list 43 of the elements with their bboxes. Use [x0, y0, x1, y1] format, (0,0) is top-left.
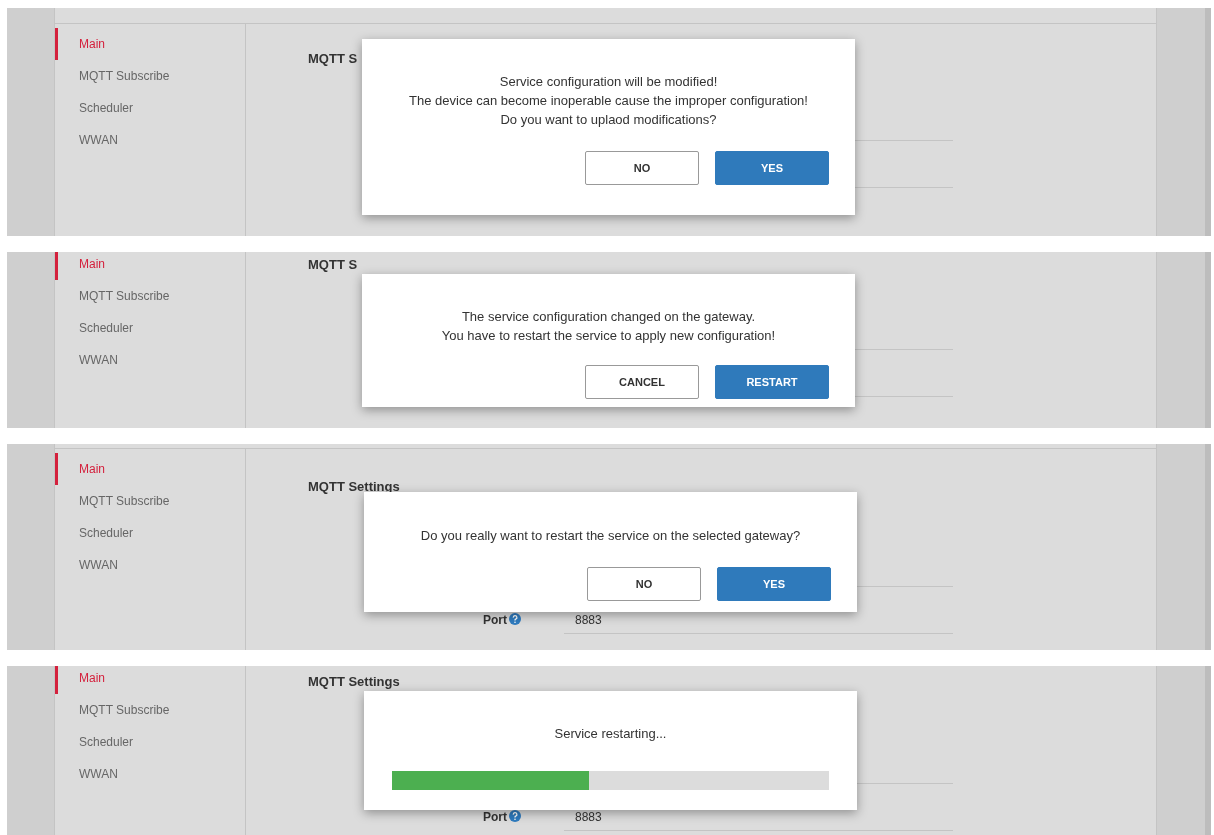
- field-value: 8883: [575, 810, 602, 824]
- sidebar-item[interactable]: Main: [55, 453, 245, 485]
- dialog-button[interactable]: NO: [585, 151, 699, 185]
- dialog-button[interactable]: YES: [715, 151, 829, 185]
- sidebar-item[interactable]: MQTT Subscribe: [55, 485, 245, 517]
- dialog-message: The device can become inoperable cause the improper configuration!: [408, 92, 809, 110]
- section-heading: MQTT Settings: [308, 479, 401, 494]
- field-label: Port: [483, 810, 507, 824]
- sidebar-item[interactable]: Main: [55, 28, 245, 60]
- sidebar-item[interactable]: Main: [55, 666, 245, 694]
- dialog-message: Service restarting...: [553, 725, 668, 743]
- sidebar-item[interactable]: WWAN: [55, 758, 245, 790]
- scrollbar[interactable]: [1205, 252, 1211, 428]
- sidebar-item[interactable]: MQTT Subscribe: [55, 694, 245, 726]
- dialog-message: Service configuration will be modified!: [498, 73, 719, 91]
- section-heading: MQTT Settings: [308, 674, 401, 689]
- sidebar-item[interactable]: MQTT Subscribe: [55, 60, 245, 92]
- sidebar-item[interactable]: Scheduler: [55, 726, 245, 758]
- sidebar-item[interactable]: WWAN: [55, 549, 245, 581]
- sidebar-item[interactable]: Scheduler: [55, 517, 245, 549]
- dialog-message: Do you really want to restart the service on the selected gateway?: [419, 527, 802, 545]
- help-icon[interactable]: [509, 613, 521, 625]
- dialog-button[interactable]: CANCEL: [585, 365, 699, 399]
- sidebar-item[interactable]: MQTT Subscribe: [55, 280, 245, 312]
- sidebar-item[interactable]: WWAN: [55, 124, 245, 156]
- field-value: 8883: [575, 613, 602, 627]
- sidebar-item[interactable]: WWAN: [55, 344, 245, 376]
- help-icon[interactable]: [509, 810, 521, 822]
- sidebar-item[interactable]: Scheduler: [55, 92, 245, 124]
- sidebar-item[interactable]: Main: [55, 252, 245, 280]
- dialog-message: The service configuration changed on the gateway.: [460, 308, 757, 326]
- section-heading: MQTT S: [308, 257, 359, 272]
- scrollbar[interactable]: [1205, 666, 1211, 835]
- dialog-button[interactable]: RESTART: [715, 365, 829, 399]
- section-heading: MQTT S: [308, 51, 359, 66]
- dialog-message: Do you want to uplaod modifications?: [499, 111, 718, 129]
- dialog-button[interactable]: NO: [587, 567, 701, 601]
- scrollbar[interactable]: [1205, 8, 1211, 236]
- dialog-message: You have to restart the service to apply new configuration!: [440, 327, 777, 345]
- sidebar-item[interactable]: Scheduler: [55, 312, 245, 344]
- field-label: Port: [483, 613, 507, 627]
- scrollbar[interactable]: [1205, 444, 1211, 650]
- dialog-button[interactable]: YES: [717, 567, 831, 601]
